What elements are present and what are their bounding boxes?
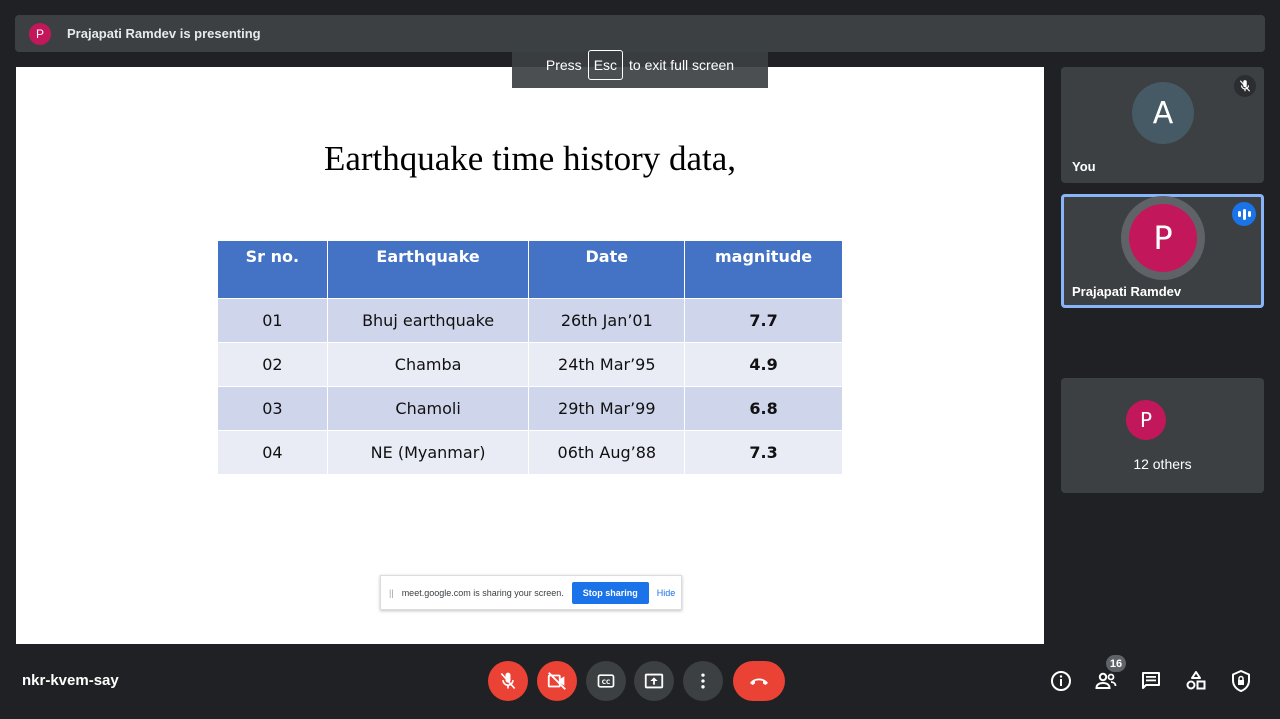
people-icon — [1095, 672, 1117, 689]
mic-toggle-button[interactable] — [488, 661, 528, 701]
more-vert-icon — [701, 673, 705, 689]
meeting-code: nkr-kvem-say — [22, 672, 119, 689]
present-now-button[interactable] — [634, 661, 674, 701]
cell-magnitude: 7.3 — [684, 430, 843, 475]
mic-off-icon — [500, 672, 516, 690]
table-row: 02 Chamba 24th Mar’95 4.9 — [217, 342, 843, 387]
mic-off-icon — [1234, 75, 1256, 97]
meeting-details-button[interactable] — [1048, 668, 1074, 694]
table-row: 04 NE (Myanmar) 06th Aug’88 7.3 — [217, 430, 843, 475]
exit-fullscreen-toast: Press Esc to exit full screen — [512, 42, 768, 88]
share-message: meet.google.com is sharing your screen. — [401, 587, 564, 598]
earthquake-table: Sr no. Earthquake Date magnitude 01 Bhuj… — [217, 240, 843, 475]
more-options-button[interactable] — [683, 661, 723, 701]
captions-icon: CC — [597, 674, 615, 688]
info-icon — [1051, 671, 1071, 691]
cell-sr-no: 03 — [217, 386, 328, 431]
chat-icon — [1142, 672, 1160, 689]
cell-earthquake: Chamba — [326, 342, 530, 387]
present-icon — [644, 673, 664, 689]
host-controls-button[interactable] — [1228, 668, 1254, 694]
cell-date: 06th Aug’88 — [528, 430, 686, 475]
svg-text:CC: CC — [602, 680, 611, 686]
activities-button[interactable] — [1183, 668, 1209, 694]
chat-button[interactable] — [1138, 668, 1164, 694]
cell-date: 24th Mar’95 — [528, 342, 686, 387]
shared-screen: Earthquake time history data, Sr no. Ear… — [16, 67, 1044, 644]
others-avatar: P — [1126, 400, 1166, 440]
cell-earthquake: Bhuj earthquake — [326, 298, 530, 343]
header-magnitude: magnitude — [684, 240, 843, 299]
stop-sharing-button[interactable]: Stop sharing — [571, 581, 649, 604]
speaking-indicator-icon — [1232, 202, 1256, 226]
toast-press: Press — [545, 57, 582, 73]
camera-toggle-button[interactable] — [537, 661, 577, 701]
slide-title: Earthquake time history data, — [323, 139, 737, 178]
drag-handle-icon[interactable]: || — [389, 588, 394, 598]
table-row: 03 Chamoli 29th Mar’99 6.8 — [217, 386, 843, 431]
header-earthquake: Earthquake — [326, 240, 530, 299]
hang-up-icon — [750, 678, 768, 685]
esc-key: Esc — [587, 50, 624, 80]
self-name: You — [1072, 159, 1096, 174]
header-date: Date — [528, 240, 686, 299]
presenter-name: Prajapati Ramdev — [1072, 284, 1182, 299]
screen-share-notification: || meet.google.com is sharing your scree… — [380, 575, 682, 610]
hide-link[interactable]: Hide — [657, 588, 676, 598]
activities-icon — [1186, 671, 1206, 690]
cell-magnitude: 6.8 — [684, 386, 843, 431]
presenter-avatar: P — [1129, 204, 1197, 272]
cell-magnitude: 7.7 — [684, 298, 843, 343]
participant-tile-presenter[interactable]: P Prajapati Ramdev — [1061, 194, 1264, 308]
cell-sr-no: 01 — [217, 298, 328, 343]
people-count-badge: 16 — [1106, 655, 1126, 672]
cell-date: 26th Jan’01 — [528, 298, 686, 343]
cell-magnitude: 4.9 — [684, 342, 843, 387]
header-sr-no: Sr no. — [217, 240, 328, 299]
leave-call-button[interactable] — [733, 661, 785, 701]
cell-earthquake: Chamoli — [326, 386, 530, 431]
others-label: 12 others — [1133, 456, 1192, 472]
cell-date: 29th Mar’99 — [528, 386, 686, 431]
cell-sr-no: 02 — [217, 342, 328, 387]
cell-sr-no: 04 — [217, 430, 328, 475]
toast-rest: to exit full screen — [629, 57, 735, 73]
shield-lock-icon — [1232, 670, 1250, 692]
participant-tile-self[interactable]: A You — [1061, 67, 1264, 183]
self-avatar: A — [1132, 82, 1194, 144]
participant-tile-others[interactable]: P 12 others — [1061, 378, 1264, 493]
table-header-row: Sr no. Earthquake Date magnitude — [217, 240, 843, 299]
captions-button[interactable]: CC — [586, 661, 626, 701]
presenting-text: Prajapati Ramdev is presenting — [67, 26, 261, 41]
presenter-avatar-small: P — [29, 22, 51, 45]
camera-off-icon — [547, 672, 566, 690]
table-row: 01 Bhuj earthquake 26th Jan’01 7.7 — [217, 298, 843, 343]
cell-earthquake: NE (Myanmar) — [326, 430, 530, 475]
